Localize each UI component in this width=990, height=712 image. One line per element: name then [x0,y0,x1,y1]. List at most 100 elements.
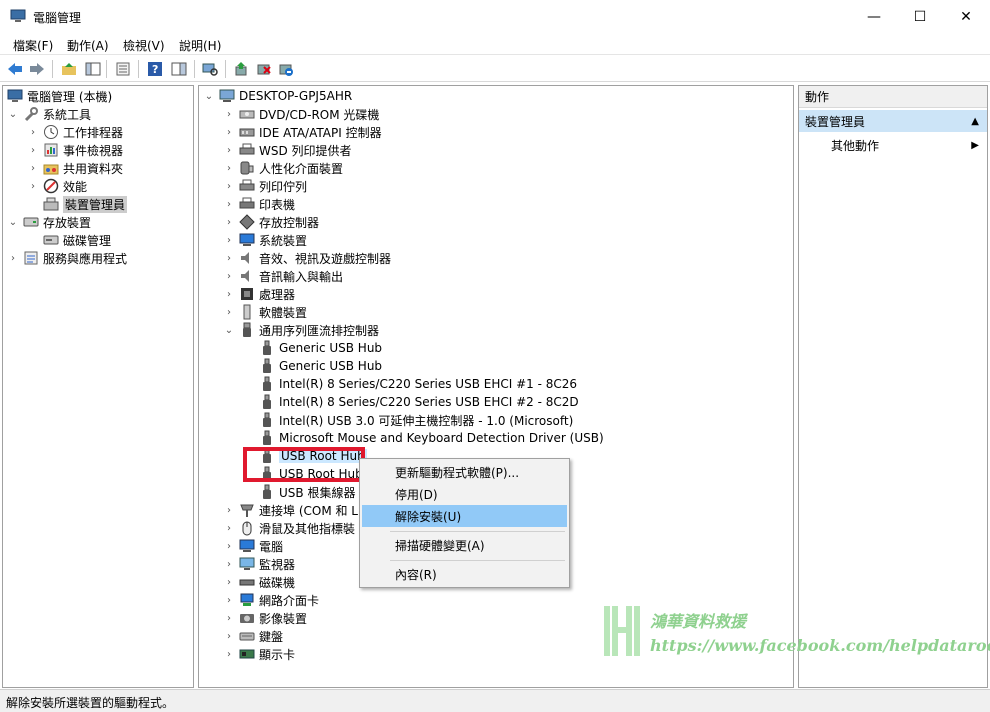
usb-device[interactable]: Intel(R) 8 Series/C220 Series USB EHCI #… [259,393,579,411]
device-category[interactable]: › 網路介面卡 [223,591,319,609]
chevron-right-icon[interactable]: › [223,231,235,249]
chevron-right-icon[interactable]: › [27,123,39,141]
device-category[interactable]: › 磁碟機 [223,573,295,591]
device-category[interactable]: › 列印佇列 [223,177,307,195]
chevron-right-icon[interactable]: › [223,285,235,303]
context-uninstall[interactable]: 解除安裝(U) [362,505,567,527]
uninstall-device-icon[interactable] [277,60,295,78]
tree-item-shared-folders[interactable]: › 共用資料夾 [27,159,123,177]
chevron-right-icon[interactable]: › [223,159,235,177]
chevron-down-icon[interactable]: ⌄ [7,105,19,123]
chevron-right-icon[interactable]: › [223,555,235,573]
usb-device[interactable]: USB 根集線器 ( [259,483,364,501]
console-tree-pane: 電腦管理 (本機) ⌄ 系統工具 › 工作排程器 › 事件檢視器 › 共用資料夾… [2,85,194,688]
usb-device[interactable]: Intel(R) 8 Series/C220 Series USB EHCI #… [259,375,577,393]
chevron-right-icon[interactable]: › [223,123,235,141]
forward-arrow-icon[interactable] [28,60,46,78]
device-category[interactable]: › 印表機 [223,195,295,213]
device-category[interactable]: › 人性化介面裝置 [223,159,343,177]
device-category[interactable]: › 軟體裝置 [223,303,307,321]
device-category-label: 音效、視訊及遊戲控制器 [259,251,392,266]
actions-section-device-manager[interactable]: 裝置管理員 ▲ [799,110,987,132]
device-category-label: 列印佇列 [259,179,308,194]
chevron-right-icon[interactable]: › [27,177,39,195]
device-category[interactable]: › 顯示卡 [223,645,295,663]
device-category[interactable]: › 存放控制器 [223,213,319,231]
menu-action[interactable]: 動作(A) [67,37,109,54]
help-icon[interactable]: ? [146,60,164,78]
tree-item-disk-management[interactable]: 磁碟管理 [43,231,111,249]
device-category[interactable]: › 滑鼠及其他指標裝 [223,519,355,537]
scan-hardware-icon[interactable] [201,60,219,78]
show-hide-icon[interactable] [170,60,188,78]
chevron-right-icon[interactable]: › [27,141,39,159]
disable-device-icon[interactable] [255,60,273,78]
chevron-right-icon[interactable]: › [223,627,235,645]
chevron-right-icon[interactable]: › [7,249,19,267]
device-category[interactable]: › 鍵盤 [223,627,283,645]
menu-file[interactable]: 檔案(F) [13,37,53,54]
device-category[interactable]: › 連接埠 (COM 和 LI [223,501,362,519]
device-category[interactable]: › DVD/CD-ROM 光碟機 [223,105,379,123]
tree-item-task-scheduler[interactable]: › 工作排程器 [27,123,123,141]
chevron-right-icon[interactable]: › [223,609,235,627]
close-button[interactable]: ✕ [943,0,989,33]
device-category-usb[interactable]: ⌄ 通用序列匯流排控制器 [223,321,379,339]
chevron-down-icon[interactable]: ⌄ [7,213,19,231]
chevron-right-icon[interactable]: › [223,141,235,159]
chevron-right-icon[interactable]: › [223,195,235,213]
chevron-right-icon[interactable]: › [223,177,235,195]
usb-device[interactable]: Intel(R) USB 3.0 可延伸主機控制器 - 1.0 (Microso… [259,411,573,429]
shared-folder-icon [43,160,59,176]
chevron-down-icon[interactable]: ⌄ [203,87,215,105]
chevron-right-icon[interactable]: › [223,105,235,123]
device-category[interactable]: › IDE ATA/ATAPI 控制器 [223,123,382,141]
chevron-down-icon[interactable]: ⌄ [223,321,235,339]
context-scan-hardware[interactable]: 掃描硬體變更(A) [362,534,567,556]
maximize-button[interactable]: ☐ [897,0,943,33]
chevron-right-icon[interactable]: › [223,645,235,663]
chevron-right-icon[interactable]: › [223,501,235,519]
chevron-right-icon[interactable]: › [223,573,235,591]
tree-item-event-viewer[interactable]: › 事件檢視器 [27,141,123,159]
device-category[interactable]: › 電腦 [223,537,283,555]
device-category[interactable]: › 音效、視訊及遊戲控制器 [223,249,391,267]
up-folder-icon[interactable] [60,60,78,78]
back-arrow-icon[interactable] [6,60,24,78]
device-category[interactable]: › 影像裝置 [223,609,307,627]
chevron-right-icon[interactable]: › [223,591,235,609]
update-driver-icon[interactable] [232,60,250,78]
tree-item-services-apps[interactable]: › 服務與應用程式 [7,249,127,267]
chevron-right-icon[interactable]: › [27,159,39,177]
context-update-driver[interactable]: 更新驅動程式軟體(P)... [362,461,567,483]
context-disable[interactable]: 停用(D) [362,483,567,505]
chevron-right-icon[interactable]: › [223,213,235,231]
collapse-up-icon[interactable]: ▲ [971,116,979,127]
menu-view[interactable]: 檢視(V) [123,37,165,54]
device-category[interactable]: › 監視器 [223,555,295,573]
usb-device[interactable]: Generic USB Hub [259,357,382,375]
tree-item-device-manager[interactable]: 裝置管理員 [43,195,128,213]
usb-device[interactable]: Generic USB Hub [259,339,382,357]
chevron-right-icon[interactable]: › [223,303,235,321]
chevron-right-icon[interactable]: › [223,519,235,537]
device-category[interactable]: › 音訊輸入與輸出 [223,267,343,285]
chevron-right-icon[interactable]: › [223,249,235,267]
more-actions-item[interactable]: 其他動作 ▶ [799,134,987,156]
chevron-right-icon[interactable]: › [223,537,235,555]
device-category[interactable]: › 處理器 [223,285,295,303]
chevron-right-icon[interactable]: › [223,267,235,285]
device-category[interactable]: › 系統裝置 [223,231,307,249]
device-category[interactable]: › WSD 列印提供者 [223,141,352,159]
menu-help[interactable]: 說明(H) [179,37,221,54]
tree-item-performance[interactable]: › 效能 [27,177,87,195]
usb-device[interactable]: Microsoft Mouse and Keyboard Detection D… [259,429,604,447]
tree-item-storage[interactable]: ⌄ 存放裝置 [7,213,91,231]
tree-item-computer-management[interactable]: 電腦管理 (本機) [7,87,112,105]
console-tree-icon[interactable] [84,60,102,78]
minimize-button[interactable]: — [851,0,897,33]
device-root[interactable]: ⌄ DESKTOP-GPJ5AHR [203,87,352,105]
tree-item-system-tools[interactable]: ⌄ 系統工具 [7,105,91,123]
properties-icon[interactable] [114,60,132,78]
context-properties[interactable]: 內容(R) [362,563,567,585]
